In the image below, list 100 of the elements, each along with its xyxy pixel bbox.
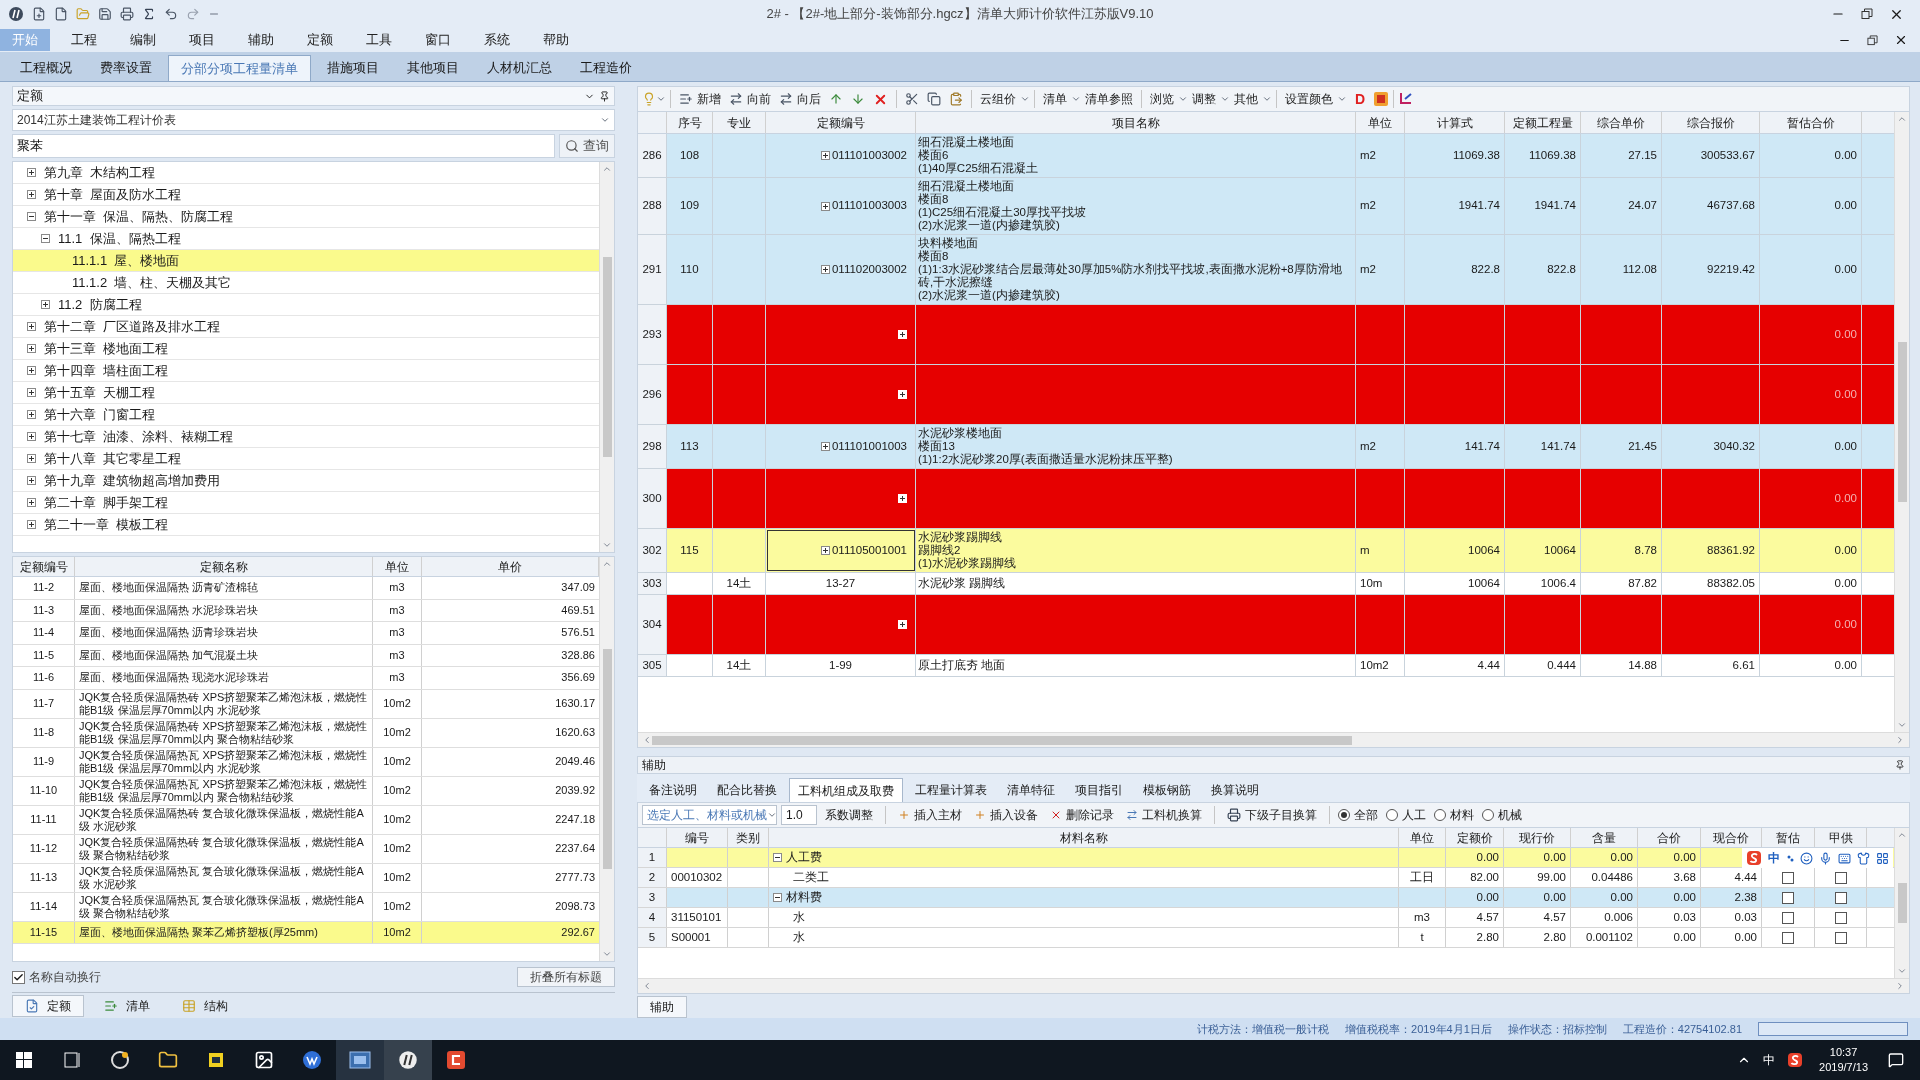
taskbar-app-icon[interactable] [336,1040,384,1080]
emoji-icon[interactable] [1800,851,1813,865]
checkbox[interactable] [1834,871,1847,884]
menu-item[interactable]: 定额 [295,29,345,51]
expand-icon[interactable] [820,442,830,451]
taskbar-app-icon[interactable] [384,1040,432,1080]
tab[interactable]: 分部分项工程量清单 [168,55,311,81]
restore-icon[interactable] [1867,34,1878,46]
table-row[interactable]: 11-5 屋面、楼地面保温隔热 加气混凝土块 m3 328.86 [13,644,599,667]
table-row[interactable]: 11-9 JQK复合轻质保温隔热瓦 XPS挤塑聚苯乙烯泡沫板，燃烧性能B1级 保温层厚70mm以内 水泥砂浆 10m2 2049.46 [13,747,599,777]
restore-icon[interactable] [1861,8,1873,20]
tool-icon[interactable] [1373,91,1390,107]
tab[interactable]: 换算说明 [1203,778,1267,802]
mode-dropdown[interactable]: 定额 [12,86,615,106]
expand-icon[interactable] [27,366,36,375]
expand-icon[interactable] [27,344,36,353]
expand-icon[interactable] [27,168,36,177]
d-button[interactable]: D [1355,88,1366,110]
radio-button[interactable] [1434,809,1446,821]
menu-item[interactable]: 项目 [177,29,227,51]
radio-button[interactable] [1338,809,1350,821]
checkbox[interactable] [1834,911,1847,924]
expand-icon[interactable] [27,388,36,397]
table-row[interactable]: 305 14土 1-99 原土打底夯 地面 10m2 4.44 0.444 14.88 6.61 0.00 [638,655,1894,677]
tab[interactable]: 工程量计算表 [907,778,995,802]
tab[interactable]: 配合比替换 [709,778,785,802]
expand-icon[interactable] [27,190,36,199]
table-row[interactable]: 11-6 屋面、楼地面保温隔热 现浇水泥珍珠岩 m3 356.69 [13,667,599,690]
tab[interactable]: 人材机汇总 [475,55,564,81]
cut-icon[interactable] [905,92,919,106]
resource-dropdown[interactable]: 选定人工、材料或机械 [642,805,777,825]
tab[interactable]: 辅助 [637,996,687,1018]
table-row[interactable]: 5 S00001 水 t 2.80 2.80 0.001102 0.00 0.00 [638,928,1894,948]
print-icon[interactable] [120,7,134,21]
collapse-icon[interactable] [41,234,50,243]
menu-item[interactable]: 编制 [118,29,168,51]
action-button[interactable]: 工料机换算 [1122,804,1206,826]
close-icon[interactable] [1894,33,1908,47]
factor-adjust-button[interactable]: 系数调整 [821,806,877,824]
set-color-dropdown[interactable]: 设置颜色 [1281,88,1337,110]
collapse-icon[interactable] [773,893,782,902]
move-up-icon[interactable] [829,92,843,106]
expand-icon[interactable] [820,546,830,555]
tab[interactable]: 清单特征 [999,778,1063,802]
radio-button[interactable] [1386,809,1398,821]
backward-button[interactable]: 向后 [775,88,825,110]
expand-icon[interactable] [27,432,36,441]
tab[interactable]: 费率设置 [88,55,164,81]
table-row[interactable]: 293 0.00 [638,305,1894,365]
table-row[interactable]: 296 0.00 [638,365,1894,425]
table-row[interactable]: 11-13 JQK复合轻质保温隔热瓦 复合玻化微珠保温板，燃烧性能A级 水泥砂浆 10m2 2777.73 [13,863,599,893]
ime-logo-icon[interactable] [1787,1052,1804,1068]
adjust-dropdown[interactable]: 调整 [1188,88,1220,110]
grid-icon[interactable] [1876,851,1889,865]
checkbox[interactable] [1782,931,1794,944]
tree-item[interactable]: 11.1.1 屋、楼地面 [13,250,599,272]
tab[interactable]: 措施项目 [315,55,391,81]
menu-item[interactable]: 系统 [472,29,522,51]
factor-field[interactable]: 1.0 [781,805,817,825]
scrollbar-thumb[interactable] [652,735,1352,745]
table-row[interactable]: 11-3 屋面、楼地面保温隔热 水泥珍珠岩块 m3 469.51 [13,599,599,622]
copy-icon[interactable] [927,92,941,106]
add-button[interactable]: 新增 [675,88,725,110]
move-down-icon[interactable] [851,92,865,106]
collapse-all-button[interactable]: 折叠所有标题 [517,967,615,987]
scrollbar-thumb[interactable] [1897,883,1907,923]
tab[interactable]: 结构 [170,994,240,1017]
tab[interactable]: 备注说明 [641,778,705,802]
table-row[interactable]: 286 108 011101003002 细石混凝土楼地面 楼面6 (1)40厚C25细石混凝土 m2 11069.38 11069.38 27.15 300533.67 0.00 [638,134,1894,178]
scrollbar[interactable] [599,162,614,552]
tab[interactable]: 清单 [92,994,162,1017]
expand-icon[interactable] [27,476,36,485]
scrollbar[interactable] [638,732,1909,747]
menu-item[interactable]: 窗口 [413,29,463,51]
table-row[interactable]: 11-11 JQK复合轻质保温隔热砖 复合玻化微珠保温板，燃烧性能A级 水泥砂浆 10m2 2247.18 [13,805,599,835]
scrollbar-thumb[interactable] [602,649,612,869]
checkbox[interactable] [1782,871,1794,884]
checkbox[interactable] [1834,891,1847,904]
scrollbar-thumb[interactable] [602,257,612,457]
shirt-icon[interactable] [1857,851,1870,865]
table-row[interactable]: 11-8 JQK复合轻质保温隔热砖 XPS挤塑聚苯乙烯泡沫板，燃烧性能B1级 保温层厚70mm以内 聚合物粘结砂浆 10m2 1620.63 [13,718,599,748]
checkbox[interactable] [1834,931,1847,944]
sub-item-button[interactable]: 下级子目换算 [1223,804,1321,826]
notification-icon[interactable] [1888,1052,1904,1068]
scrollbar-thumb[interactable] [1897,342,1907,502]
expand-icon[interactable] [27,498,36,507]
expand-icon[interactable] [27,454,36,463]
expand-icon[interactable] [820,265,830,274]
table-row[interactable]: 11-14 JQK复合轻质保温隔热瓦 复合玻化微珠保温板，燃烧性能A级 聚合物粘结砂浆 10m2 2098.73 [13,892,599,922]
tab[interactable]: 工程概况 [8,55,84,81]
checkbox[interactable] [12,970,25,984]
tab[interactable]: 其他项目 [395,55,471,81]
save-icon[interactable] [98,7,112,21]
tab[interactable]: 模板钢筋 [1135,778,1199,802]
tab[interactable]: 工料机组成及取费 [789,778,903,802]
checkbox[interactable] [1782,911,1794,924]
search-button[interactable]: 查询 [559,134,615,158]
table-row[interactable]: 11-7 JQK复合轻质保温隔热砖 XPS挤塑聚苯乙烯泡沫板，燃烧性能B1级 保温层厚70mm以内 水泥砂浆 10m2 1630.17 [13,689,599,719]
collapse-icon[interactable] [27,212,36,221]
table-row[interactable]: 4 31150101 水 m3 4.57 4.57 0.006 0.03 0.03 [638,908,1894,928]
